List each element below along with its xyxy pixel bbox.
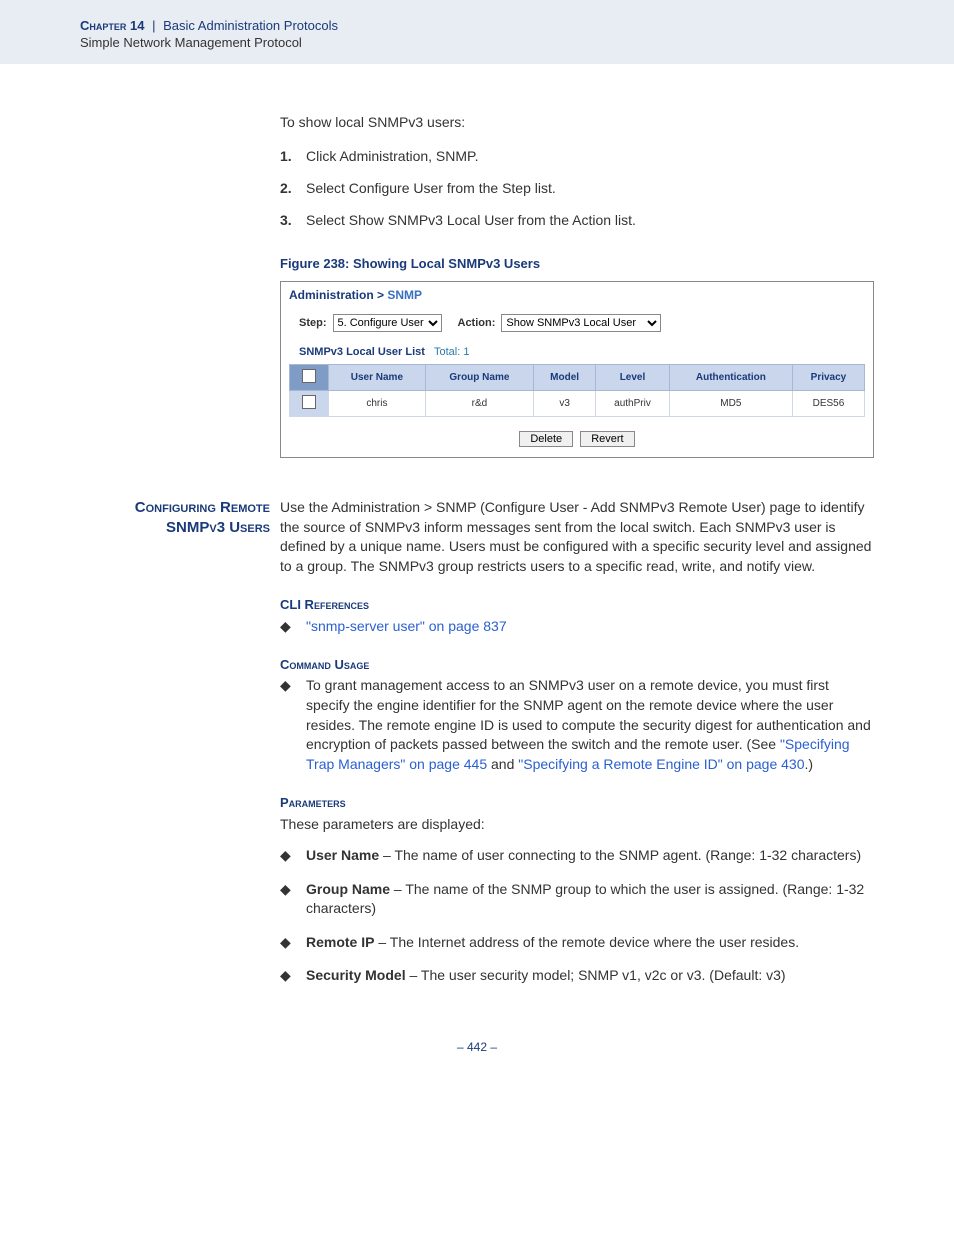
step-list: 1. Click Administration, SNMP. 2. Select… <box>280 148 874 228</box>
col-groupname: Group Name <box>425 365 533 391</box>
cell-privacy: DES56 <box>792 391 864 417</box>
breadcrumb-leaf: SNMP <box>387 288 422 302</box>
page-header: Chapter 14 | Basic Administration Protoc… <box>0 0 954 64</box>
command-usage-heading: Command Usage <box>280 656 874 674</box>
header-subtopic: Simple Network Management Protocol <box>80 35 874 50</box>
step-item: 3. Select Show SNMPv3 Local User from th… <box>280 212 874 228</box>
param-desc: – The Internet address of the remote dev… <box>374 934 799 950</box>
header-topic: Basic Administration Protocols <box>163 18 338 33</box>
param-name: Remote IP <box>306 934 374 950</box>
step-number: 3. <box>280 212 306 228</box>
step-item: 1. Click Administration, SNMP. <box>280 148 874 164</box>
select-all-header[interactable] <box>290 365 329 391</box>
table-row: chris r&d v3 authPriv MD5 DES56 <box>290 391 865 417</box>
param-desc: – The name of the SNMP group to which th… <box>306 881 864 917</box>
figure-screenshot: Administration > SNMP Step: 5. Configure… <box>280 281 874 458</box>
bullet-icon: ◆ <box>280 933 306 953</box>
step-number: 1. <box>280 148 306 164</box>
user-table: User Name Group Name Model Level Authent… <box>289 364 865 417</box>
revert-button[interactable]: Revert <box>580 431 634 447</box>
header-separator: | <box>152 18 155 33</box>
cell-groupname: r&d <box>425 391 533 417</box>
bullet-icon: ◆ <box>280 617 306 637</box>
remote-engine-id-link[interactable]: "Specifying a Remote Engine ID" on page … <box>518 756 804 772</box>
bullet-icon: ◆ <box>280 880 306 919</box>
list-item: ◆ Security Model – The user security mod… <box>280 966 874 986</box>
breadcrumb: Administration > SNMP <box>281 282 873 306</box>
param-name: Security Model <box>306 967 406 983</box>
step-select[interactable]: 5. Configure User <box>333 314 442 332</box>
col-username: User Name <box>329 365 426 391</box>
chapter-label: Chapter 14 <box>80 18 144 33</box>
row-select[interactable] <box>290 391 329 417</box>
step-text: Select Show SNMPv3 Local User from the A… <box>306 212 636 228</box>
list-item: ◆ "snmp-server user" on page 837 <box>280 617 874 637</box>
checkbox-icon <box>302 369 316 383</box>
bullet-icon: ◆ <box>280 966 306 986</box>
col-privacy: Privacy <box>792 365 864 391</box>
command-usage-text: To grant management access to an SNMPv3 … <box>306 676 874 774</box>
cell-auth: MD5 <box>669 391 792 417</box>
list-title: SNMPv3 Local User List <box>299 346 425 358</box>
figure-caption: Figure 238: Showing Local SNMPv3 Users <box>280 256 874 271</box>
cell-level: authPriv <box>596 391 670 417</box>
param-name: User Name <box>306 847 379 863</box>
col-model: Model <box>534 365 596 391</box>
action-select[interactable]: Show SNMPv3 Local User <box>501 314 661 332</box>
list-total: Total: 1 <box>434 346 469 358</box>
step-text: Select Configure User from the Step list… <box>306 180 556 196</box>
page-number: – 442 – <box>80 1040 874 1054</box>
section-body-text: Use the Administration > SNMP (Configure… <box>280 498 874 576</box>
delete-button[interactable]: Delete <box>519 431 573 447</box>
list-item: ◆ Group Name – The name of the SNMP grou… <box>280 880 874 919</box>
step-select-label: Step: <box>299 317 327 329</box>
col-level: Level <box>596 365 670 391</box>
parameters-intro: These parameters are displayed: <box>280 815 874 835</box>
section-heading: Configuring Remote SNMPv3 Users <box>80 498 280 1000</box>
param-desc: – The user security model; SNMP v1, v2c … <box>406 967 786 983</box>
step-item: 2. Select Configure User from the Step l… <box>280 180 874 196</box>
bullet-icon: ◆ <box>280 846 306 866</box>
bullet-icon: ◆ <box>280 676 306 774</box>
param-name: Group Name <box>306 881 390 897</box>
breadcrumb-sep: > <box>377 288 384 302</box>
col-auth: Authentication <box>669 365 792 391</box>
list-item: ◆ To grant management access to an SNMPv… <box>280 676 874 774</box>
step-text: Click Administration, SNMP. <box>306 148 478 164</box>
param-desc: – The name of user connecting to the SNM… <box>379 847 861 863</box>
cell-model: v3 <box>534 391 596 417</box>
intro-text: To show local SNMPv3 users: <box>280 114 874 130</box>
breadcrumb-root: Administration <box>289 288 374 302</box>
cli-link[interactable]: "snmp-server user" on page 837 <box>306 618 507 634</box>
parameters-heading: Parameters <box>280 794 874 812</box>
list-item: ◆ User Name – The name of user connectin… <box>280 846 874 866</box>
cli-references-heading: CLI References <box>280 596 874 614</box>
cell-username: chris <box>329 391 426 417</box>
step-number: 2. <box>280 180 306 196</box>
checkbox-icon <box>302 395 316 409</box>
action-select-label: Action: <box>458 317 496 329</box>
list-item: ◆ Remote IP – The Internet address of th… <box>280 933 874 953</box>
